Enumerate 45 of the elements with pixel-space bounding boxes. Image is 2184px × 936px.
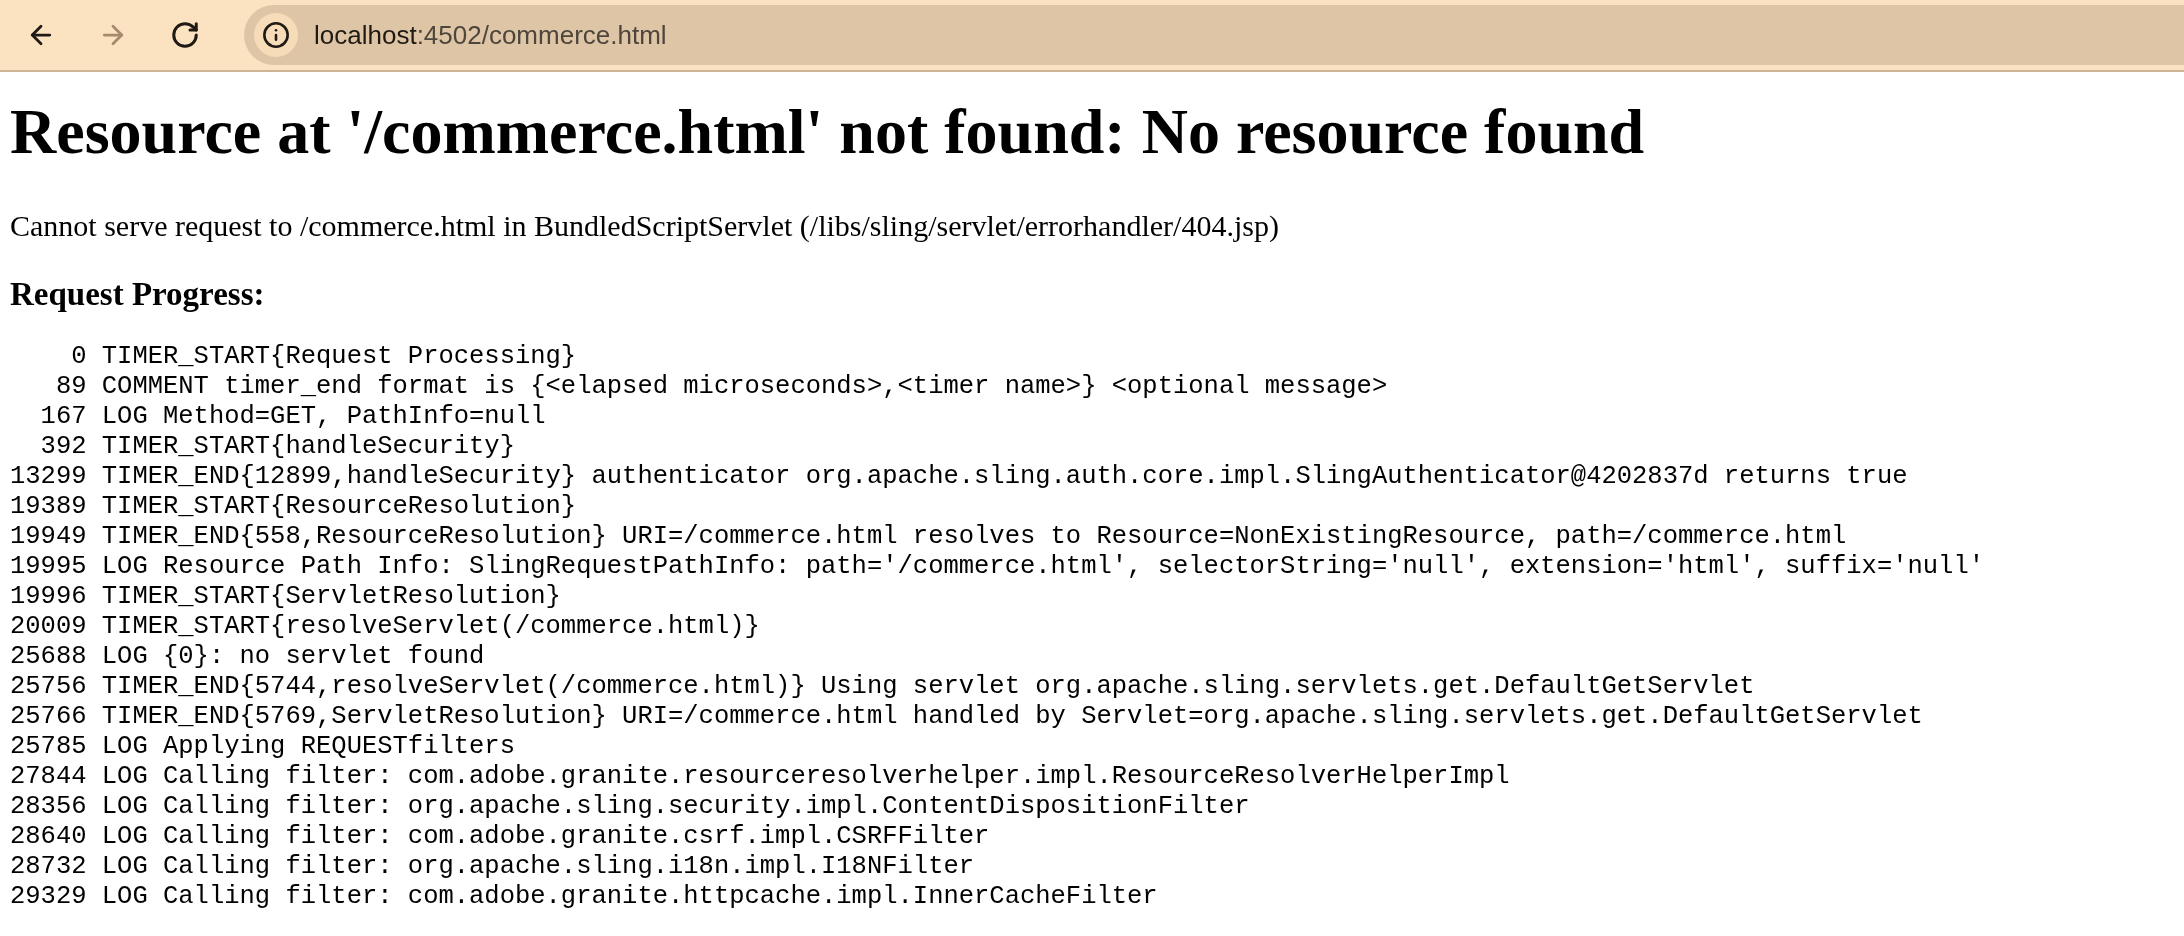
log-message: LOG Applying REQUESTfilters xyxy=(101,732,515,762)
log-time: 89 xyxy=(54,372,87,402)
log-time: 27844 xyxy=(10,762,87,792)
reload-icon xyxy=(170,20,200,50)
url-text: localhost:4502/commerce.html xyxy=(314,18,667,52)
log-time: 25766 xyxy=(10,702,87,732)
log-time: 167 xyxy=(39,402,87,432)
log-message: LOG {0}: no servlet found xyxy=(101,642,485,672)
log-time: 28732 xyxy=(10,852,87,882)
address-bar[interactable]: localhost:4502/commerce.html xyxy=(244,5,2184,65)
log-time: 0 xyxy=(70,342,87,372)
log-message: LOG Calling filter: org.apache.sling.security.impl.ContentDispositionFilter xyxy=(101,792,1250,822)
log-message: TIMER_START{ResourceResolution} xyxy=(101,492,577,522)
log-message: TIMER_START{Request Processing} xyxy=(101,342,577,372)
log-message: TIMER_START{handleSecurity} xyxy=(101,432,515,462)
log-time: 13299 xyxy=(10,462,87,492)
log-time: 29329 xyxy=(10,882,87,912)
log-time: 25756 xyxy=(10,672,87,702)
log-time: 19389 xyxy=(10,492,87,522)
log-time: 28356 xyxy=(10,792,87,822)
log-message: LOG Resource Path Info: SlingRequestPathInfo: path='/commerce.html', selectorString='null', extension='html', suffix='null' xyxy=(101,552,1984,582)
log-message: LOG Calling filter: org.apache.sling.i18n.impl.I18NFilter xyxy=(101,852,975,882)
log-message: TIMER_START{resolveServlet(/commerce.html)} xyxy=(101,612,760,642)
section-heading: Request Progress: xyxy=(10,275,266,314)
log-time: 20009 xyxy=(10,612,87,642)
log-time: 28640 xyxy=(10,822,87,852)
log-message: TIMER_END{12899,handleSecurity} authenticator org.apache.sling.auth.core.impl.SlingAuthenticator@4202837d returns true xyxy=(101,462,1908,492)
log-message: LOG Calling filter: com.adobe.granite.csrf.impl.CSRFFilter xyxy=(101,822,990,852)
info-icon[interactable] xyxy=(262,21,290,49)
error-message: Cannot serve request to /commerce.html in BundledScriptServlet (/libs/sling/servlet/errorhandler/404.jsp) xyxy=(10,208,1280,244)
log-time: 25688 xyxy=(10,642,87,672)
log-time: 19995 xyxy=(10,552,87,582)
log-message: LOG Method=GET, PathInfo=null xyxy=(101,402,546,432)
log-time: 19949 xyxy=(10,522,87,552)
log-message: LOG Calling filter: com.adobe.granite.httpcache.impl.InnerCacheFilter xyxy=(101,882,1158,912)
log-message: COMMENT timer_end format is {<elapsed microseconds>,<timer name>} <optional message> xyxy=(101,372,1388,402)
log-time: 19996 xyxy=(10,582,87,612)
log-message: TIMER_END{5769,ServletResolution} URI=/commerce.html handled by Servlet=org.apache.sling.servlets.get.DefaultGetServlet xyxy=(101,702,1923,732)
log-message: TIMER_START{ServletResolution} xyxy=(101,582,561,612)
log-message: LOG Calling filter: com.adobe.granite.resourceresolverhelper.impl.ResourceResolverHelperImpl xyxy=(101,762,1510,792)
log-time: 25785 xyxy=(10,732,87,762)
page-title: Resource at '/commerce.html' not found: No resource found xyxy=(10,95,1646,169)
log-message: TIMER_END{5744,resolveServlet(/commerce.html)} Using servlet org.apache.sling.servlets.get.DefaultGetServlet xyxy=(101,672,1755,702)
log-message: TIMER_END{558,ResourceResolution} URI=/commerce.html resolves to Resource=NonExistingResource, path=/commerce.html xyxy=(101,522,1847,552)
log-time: 392 xyxy=(39,432,87,462)
